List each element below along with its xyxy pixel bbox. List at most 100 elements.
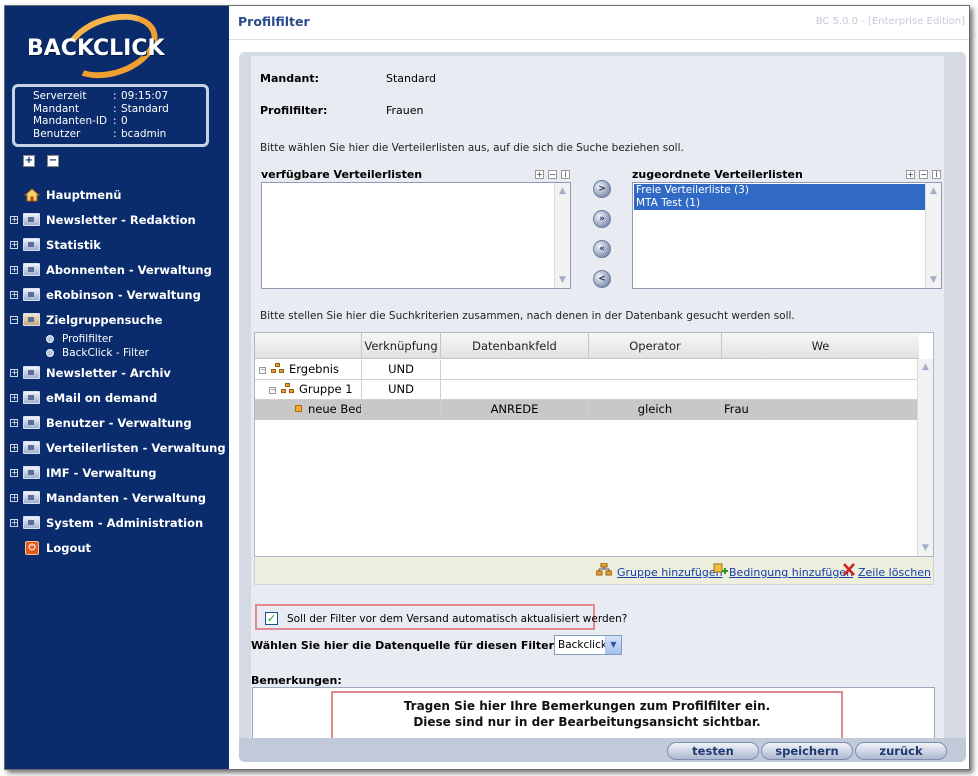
sidebar-item-newsletter-archiv[interactable]: + Newsletter - Archiv	[5, 360, 229, 385]
add-icon[interactable]: +	[535, 170, 544, 179]
folder-icon	[23, 516, 40, 529]
chevron-down-icon[interactable]: ▼	[605, 636, 621, 654]
group-icon	[23, 313, 40, 326]
scroll-up-icon[interactable]: ▲	[918, 359, 933, 375]
move-all-right-button[interactable]: »	[593, 210, 611, 228]
collapse-all-icon[interactable]: −	[47, 155, 59, 167]
assigned-lists-box[interactable]: Freie Verteilerliste (3) MTA Test (1) ▲ ▼	[632, 182, 942, 289]
remove-icon[interactable]: −	[548, 170, 557, 179]
info-row: Mandanten-ID:0	[33, 115, 128, 127]
server-info-box: Serverzeit:09:15:07 Mandant: Standard Man…	[12, 84, 209, 147]
move-left-button[interactable]: <	[593, 270, 611, 288]
sidebar-item-newsletter-redaktion[interactable]: + Newsletter - Redaktion	[5, 207, 229, 232]
folder-icon	[23, 366, 40, 379]
row-link	[362, 400, 441, 420]
scrollbar[interactable]: ▲ ▼	[925, 183, 941, 288]
column-header[interactable]: Operator	[589, 333, 722, 359]
column-header[interactable]	[255, 333, 362, 359]
move-right-button[interactable]: >	[593, 180, 611, 198]
collapse-icon[interactable]: −	[269, 387, 276, 394]
list-item[interactable]: Freie Verteilerliste (3)	[634, 184, 925, 197]
version-label: BC 5.0.0 - [Enterprise Edition]	[815, 16, 965, 27]
sidebar-item-benutzer-verwaltung[interactable]: + Benutzer - Verwaltung	[5, 410, 229, 435]
sidebar-item-erobinson-verwaltung[interactable]: + eRobinson - Verwaltung	[5, 282, 229, 307]
remove-icon[interactable]: −	[919, 170, 928, 179]
folder-icon	[23, 238, 40, 251]
action-bar: testen speichern zurück	[239, 738, 966, 762]
remarks-note-line: Tragen Sie hier Ihre Bemerkungen zum Pro…	[403, 699, 771, 713]
list-item[interactable]: MTA Test (1)	[634, 197, 925, 210]
back-button[interactable]: zurück	[855, 742, 947, 760]
folder-icon	[23, 416, 40, 429]
scroll-down-icon[interactable]: ▼	[555, 272, 570, 288]
save-button[interactable]: speichern	[761, 742, 853, 760]
remarks-textarea[interactable]: Tragen Sie hier Ihre Bemerkungen zum Pro…	[252, 687, 935, 745]
mandant-label: Mandant:	[260, 72, 319, 85]
expand-icon[interactable]: +	[10, 418, 18, 427]
sidebar-item-abonnenten-verwaltung[interactable]: + Abonnenten - Verwaltung	[5, 257, 229, 282]
test-button[interactable]: testen	[667, 742, 759, 760]
scrollbar[interactable]: ▲ ▼	[554, 183, 570, 288]
backclick-logo: BACKCLICK	[25, 6, 190, 90]
bullet-icon	[46, 335, 54, 343]
expand-icon[interactable]: +	[10, 468, 18, 477]
expand-icon[interactable]: +	[10, 368, 18, 377]
info-icon[interactable]: i	[932, 170, 941, 179]
auto-update-checkbox[interactable]: ✓	[265, 612, 278, 625]
collapse-icon[interactable]: −	[10, 315, 18, 324]
move-all-left-button[interactable]: «	[593, 240, 611, 258]
expand-icon[interactable]: +	[10, 518, 18, 527]
grid-header: Verknüpfung Datenbankfeld Operator We	[255, 333, 919, 359]
sidebar-item-imf-verwaltung[interactable]: + IMF - Verwaltung	[5, 460, 229, 485]
table-row[interactable]: − Ergebnis UND	[255, 360, 919, 380]
expand-icon[interactable]: +	[10, 215, 18, 224]
sidebar-item-email-on-demand[interactable]: + eMail on demand	[5, 385, 229, 410]
expand-icon[interactable]: +	[10, 290, 18, 299]
expand-all-icon[interactable]: +	[23, 155, 35, 167]
add-group-link[interactable]: Gruppe hinzufügen	[617, 566, 723, 579]
sidebar-item-hauptmenu[interactable]: Hauptmenü	[5, 182, 229, 207]
column-header[interactable]: We	[722, 333, 919, 359]
folder-icon	[23, 213, 40, 226]
folder-icon	[23, 288, 40, 301]
expand-icon[interactable]: +	[10, 393, 18, 402]
expand-icon[interactable]: +	[10, 493, 18, 502]
info-icon[interactable]: i	[561, 170, 570, 179]
sidebar-item-verteilerlisten-verwaltung[interactable]: + Verteilerlisten - Verwaltung	[5, 435, 229, 460]
sidebar-item-logout[interactable]: ⏻ Logout	[5, 535, 229, 560]
expand-icon[interactable]: +	[10, 443, 18, 452]
page-title: Profilfilter	[238, 14, 310, 29]
sidebar-subitem-backclick-filter[interactable]: BackClick - Filter	[5, 346, 229, 360]
add-icon[interactable]: +	[906, 170, 915, 179]
sidebar-subitem-profilfilter[interactable]: Profilfilter	[5, 332, 229, 346]
scroll-down-icon[interactable]: ▼	[926, 272, 941, 288]
table-row-selected[interactable]: neue Bedingung ANREDE gleich Frau	[255, 400, 919, 420]
mandant-value: Standard	[386, 72, 437, 85]
scroll-up-icon[interactable]: ▲	[555, 183, 570, 199]
scroll-down-icon[interactable]: ▼	[918, 540, 933, 556]
column-header[interactable]: Verknüpfung	[362, 333, 441, 359]
lists-hint: Bitte wählen Sie hier die Verteilerliste…	[260, 142, 684, 154]
table-row[interactable]: − Gruppe 1 UND	[255, 380, 919, 400]
collapse-icon[interactable]: −	[259, 367, 266, 374]
folder-icon	[23, 391, 40, 404]
row-name: neue Bedingung	[308, 402, 362, 416]
available-lists-box[interactable]: ▲ ▼	[261, 182, 571, 289]
expand-icon[interactable]: +	[10, 265, 18, 274]
scroll-up-icon[interactable]: ▲	[926, 183, 941, 199]
add-condition-link[interactable]: Bedingung hinzufügen	[729, 566, 853, 579]
row-name: Gruppe 1	[299, 382, 353, 396]
expand-icon[interactable]: +	[10, 240, 18, 249]
data-source-select[interactable]: Backclick ▼	[554, 635, 622, 655]
sidebar-item-zielgruppensuche[interactable]: − Zielgruppensuche	[5, 307, 229, 332]
sidebar: BACKCLICK Serverzeit:09:15:07 Mandant: St…	[5, 6, 229, 769]
logo-text: BACKCLICK	[27, 36, 165, 61]
sidebar-item-system-administration[interactable]: + System - Administration	[5, 510, 229, 535]
column-header[interactable]: Datenbankfeld	[441, 333, 589, 359]
hierarchy-icon	[281, 383, 295, 394]
scrollbar[interactable]: ▲ ▼	[917, 359, 933, 556]
sidebar-item-mandanten-verwaltung[interactable]: + Mandanten - Verwaltung	[5, 485, 229, 510]
sidebar-item-statistik[interactable]: + Statistik	[5, 232, 229, 257]
sidebar-nav: Hauptmenü + Newsletter - Redaktion + Sta…	[5, 182, 229, 560]
delete-row-link[interactable]: Zeile löschen	[858, 566, 931, 579]
